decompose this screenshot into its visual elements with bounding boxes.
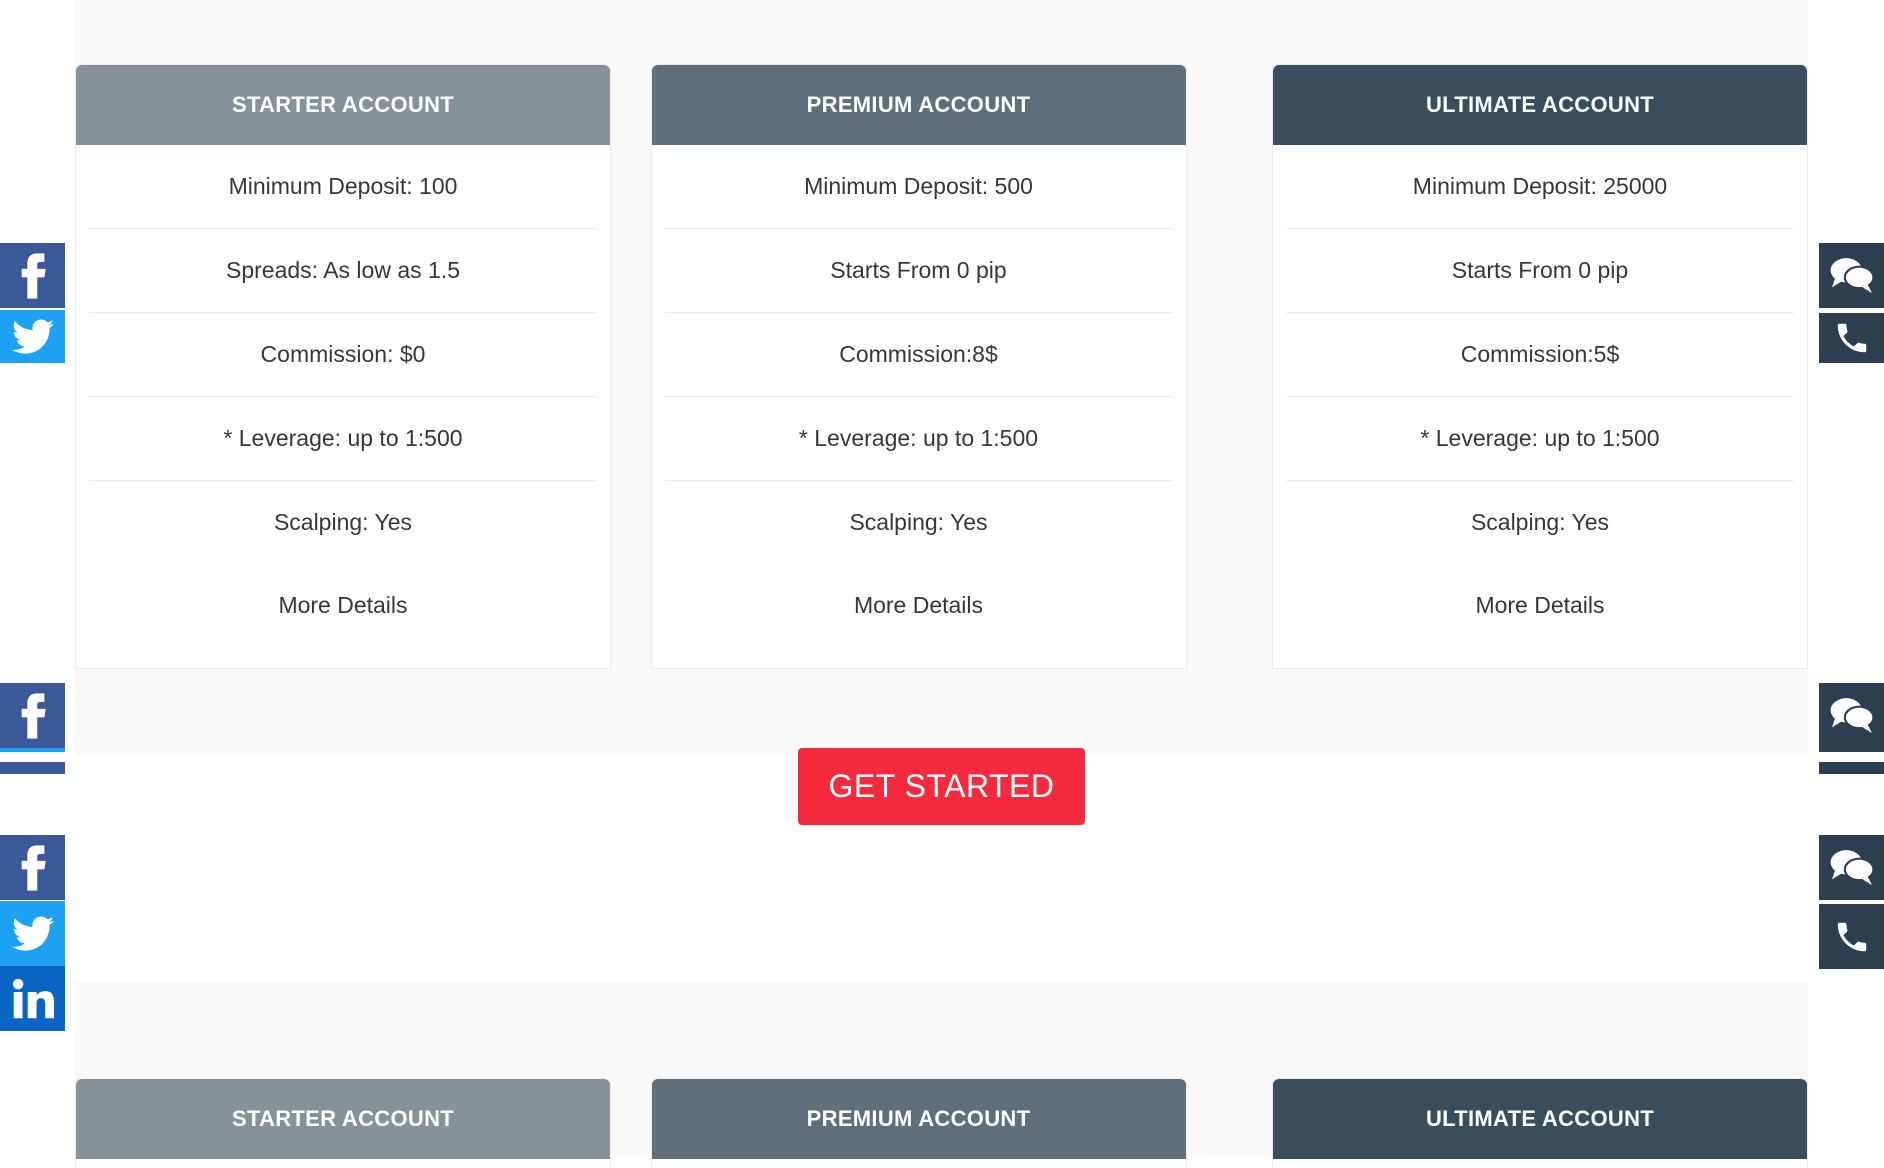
- chat-icon: [1830, 257, 1874, 293]
- plan-title: PREMIUM ACCOUNT: [651, 1079, 1186, 1159]
- plan-card-ultimate: ULTIMATE ACCOUNT: [1272, 1078, 1808, 1168]
- plan-feature: Commission:8$: [664, 313, 1173, 397]
- plan-card-starter: STARTER ACCOUNT: [75, 1078, 611, 1168]
- plan-title: STARTER ACCOUNT: [76, 65, 610, 145]
- facebook-icon: [21, 252, 46, 299]
- plan-title: STARTER ACCOUNT: [76, 1079, 610, 1159]
- facebook-share-button[interactable]: [0, 835, 65, 900]
- more-details-link[interactable]: More Details: [1273, 564, 1807, 646]
- plan-feature: * Leverage: up to 1:500: [1286, 397, 1794, 481]
- chat-button[interactable]: [1819, 835, 1884, 900]
- plan-feature: Starts From 0 pip: [664, 229, 1173, 313]
- chat-icon: [1830, 697, 1874, 733]
- plan-card-premium: PREMIUM ACCOUNT: [650, 1078, 1187, 1168]
- phone-button[interactable]: [1819, 313, 1884, 363]
- more-details-link[interactable]: More Details: [76, 564, 610, 646]
- phone-icon: [1837, 323, 1866, 353]
- twitter-share-button[interactable]: [0, 901, 65, 966]
- twitter-share-button[interactable]: [0, 310, 65, 363]
- plan-feature: Spreads: As low as 1.5: [89, 229, 597, 313]
- twitter-icon: [11, 318, 54, 354]
- plan-title: ULTIMATE ACCOUNT: [1273, 1079, 1807, 1159]
- plan-feature: * Leverage: up to 1:500: [664, 397, 1173, 481]
- get-started-button[interactable]: GET STARTED: [798, 748, 1085, 825]
- plan-title: ULTIMATE ACCOUNT: [1273, 65, 1807, 145]
- plan-features: Minimum Deposit: 25000 Starts From 0 pip…: [1273, 145, 1807, 564]
- plan-feature: * Leverage: up to 1:500: [89, 397, 597, 481]
- phone-button[interactable]: [1819, 904, 1884, 969]
- twitter-icon: [11, 915, 54, 951]
- plan-features: Minimum Deposit: 500 Starts From 0 pip C…: [652, 145, 1186, 564]
- facebook-icon: [21, 844, 46, 891]
- plan-card-premium: PREMIUM ACCOUNT Minimum Deposit: 500 Sta…: [650, 64, 1187, 669]
- pricing-plans-repeat: STARTER ACCOUNT PREMIUM ACCOUNT ULTIMATE…: [75, 1078, 1808, 1168]
- chat-button[interactable]: [1819, 762, 1884, 774]
- plan-features: Minimum Deposit: 100 Spreads: As low as …: [76, 145, 610, 564]
- linkedin-icon: [12, 978, 54, 1018]
- plan-card-starter: STARTER ACCOUNT Minimum Deposit: 100 Spr…: [75, 64, 611, 669]
- facebook-share-button[interactable]: [0, 762, 65, 774]
- plan-feature: Commission:5$: [1286, 313, 1794, 397]
- plan-feature: Scalping: Yes: [273, 509, 413, 535]
- twitter-share-button[interactable]: [0, 748, 65, 752]
- plan-feature: Minimum Deposit: 25000: [1286, 145, 1794, 229]
- chat-icon: [1830, 849, 1874, 885]
- plan-title: PREMIUM ACCOUNT: [651, 65, 1186, 145]
- facebook-share-button[interactable]: [0, 243, 65, 308]
- plan-feature: Scalping: Yes: [1470, 509, 1610, 535]
- chat-button[interactable]: [1819, 243, 1884, 308]
- phone-button[interactable]: [1819, 748, 1884, 752]
- plan-feature: Minimum Deposit: 100: [89, 145, 597, 229]
- phone-icon: [1837, 922, 1866, 951]
- facebook-share-button[interactable]: [0, 683, 65, 748]
- pricing-plans: STARTER ACCOUNT Minimum Deposit: 100 Spr…: [75, 64, 1808, 669]
- plan-feature: Minimum Deposit: 500: [664, 145, 1173, 229]
- linkedin-share-button[interactable]: [0, 966, 65, 1031]
- more-details-link[interactable]: More Details: [652, 564, 1186, 646]
- plan-card-ultimate: ULTIMATE ACCOUNT Minimum Deposit: 25000 …: [1272, 64, 1808, 669]
- plan-feature: Commission: $0: [89, 313, 597, 397]
- plan-feature: Scalping: Yes: [849, 509, 988, 535]
- chat-button[interactable]: [1819, 683, 1884, 748]
- facebook-icon: [21, 692, 46, 739]
- plan-feature: Starts From 0 pip: [1286, 229, 1794, 313]
